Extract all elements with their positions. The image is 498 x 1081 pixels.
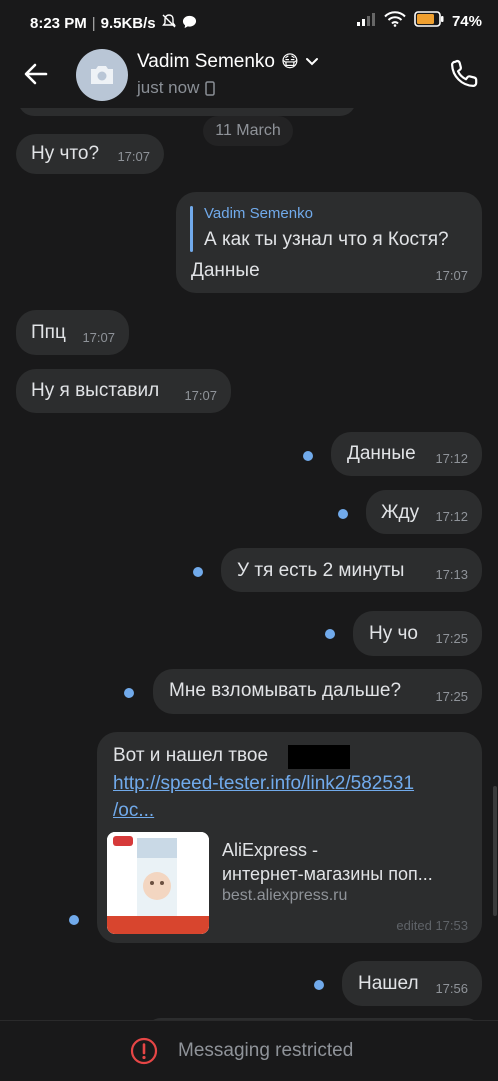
outgoing-message-link[interactable]: Вот и нашел твое http://speed-tester.inf… <box>97 732 482 943</box>
reply-author: Vadim Semenko <box>204 205 313 222</box>
signal-icon <box>356 11 376 31</box>
unread-dot <box>303 451 313 461</box>
incoming-message[interactable]: Ппц 17:07 <box>16 310 129 355</box>
incoming-message[interactable]: Ну что? 17:07 <box>16 134 164 174</box>
avatar[interactable] <box>76 49 128 101</box>
previous-message-bubble <box>18 108 356 116</box>
message-text: Данные <box>347 443 416 464</box>
chat-header: Vadim Semenko 😷 just now <box>0 44 498 108</box>
outgoing-message[interactable]: Мне взломывать дальше? 17:25 <box>153 669 482 714</box>
unread-dot <box>69 915 79 925</box>
camera-icon <box>91 66 113 84</box>
message-time: 17:25 <box>435 631 468 646</box>
message-text: Вот и нашел твое <box>113 745 269 766</box>
outgoing-message[interactable]: Жду 17:12 <box>366 490 482 534</box>
battery-level: 74 <box>451 12 469 30</box>
presence-text: just now <box>137 78 200 97</box>
network-speed: 9.5KB/s <box>100 14 156 32</box>
message-text: Ппц <box>31 322 66 343</box>
redacted-block <box>288 745 350 769</box>
message-link[interactable]: http://speed-tester.info/link2/582531 <box>113 773 414 795</box>
link-preview-image[interactable] <box>107 832 209 934</box>
date-separator: 11 March <box>203 116 293 146</box>
battery-icon <box>414 11 444 31</box>
outgoing-message[interactable]: Данные 17:12 <box>331 432 482 476</box>
incoming-message[interactable]: Ну я выставил 17:07 <box>16 369 231 413</box>
arrow-left-icon <box>24 63 48 85</box>
message-time: 17:12 <box>435 451 468 466</box>
message-text: Ну чо <box>369 623 418 644</box>
message-text: Нашел <box>358 973 419 994</box>
link-preview-title: AliExpress - <box>222 840 319 860</box>
unread-dot <box>193 567 203 577</box>
message-text: Ну я выставил <box>31 380 160 401</box>
message-text: Мне взломывать дальше? <box>169 680 402 701</box>
call-button[interactable] <box>448 56 482 90</box>
message-time: 17:13 <box>435 567 468 582</box>
reply-indicator <box>190 206 193 252</box>
mobile-icon <box>205 80 216 96</box>
message-text: Ну что? <box>31 143 100 164</box>
composer-footer: Messaging restricted <box>0 1020 498 1081</box>
message-time: 17:07 <box>117 149 150 164</box>
outgoing-message[interactable]: У тя есть 2 минуты 17:13 <box>221 548 482 592</box>
message-time: 17:07 <box>435 268 468 283</box>
unread-dot <box>124 688 134 698</box>
status-emoji: 😷 <box>281 52 299 71</box>
message-time: 17:56 <box>435 981 468 996</box>
scrollbar[interactable] <box>493 786 497 916</box>
message-text: Данные <box>191 260 260 281</box>
chat-bubble-icon <box>182 14 197 33</box>
outgoing-message[interactable]: Ну чо 17:25 <box>353 611 482 656</box>
message-time: 17:25 <box>435 689 468 704</box>
message-time: 17:12 <box>435 509 468 524</box>
unread-dot <box>338 509 348 519</box>
phone-icon <box>451 59 478 87</box>
status-bar: 8:23 PM | 9.5KB/s 74% <box>30 11 482 33</box>
mute-icon <box>161 13 177 33</box>
reply-quote: А как ты узнал что я Костя? <box>204 229 449 250</box>
unread-dot <box>314 980 324 990</box>
back-button[interactable] <box>20 58 52 90</box>
message-text: У тя есть 2 минуты <box>237 560 405 581</box>
link-preview-domain: best.aliexpress.ru <box>222 887 348 904</box>
unread-dot <box>325 629 335 639</box>
link-preview-subtitle: интернет-магазины поп... <box>222 864 433 884</box>
restricted-label: Messaging restricted <box>178 1040 354 1061</box>
contact-title[interactable]: Vadim Semenko 😷 <box>137 51 319 73</box>
status-time: 8:23 PM <box>30 14 87 32</box>
outgoing-message[interactable]: Vadim Semenko А как ты узнал что я Костя… <box>176 192 482 293</box>
chevron-down-icon <box>305 58 318 66</box>
wifi-icon <box>384 11 406 31</box>
message-time: 17:07 <box>184 388 217 403</box>
message-time: 17:07 <box>82 330 115 345</box>
message-link-continued[interactable]: /oc... <box>113 800 154 822</box>
alert-icon <box>130 1037 158 1065</box>
message-list[interactable]: 11 March Ну что? 17:07 Vadim Semenko А к… <box>0 108 498 1020</box>
outgoing-message[interactable]: Нашел 17:56 <box>342 961 482 1006</box>
message-text: Жду <box>381 502 420 523</box>
contact-name: Vadim Semenko <box>137 51 275 72</box>
presence-status: just now <box>137 78 216 98</box>
message-time: edited 17:53 <box>396 918 468 933</box>
